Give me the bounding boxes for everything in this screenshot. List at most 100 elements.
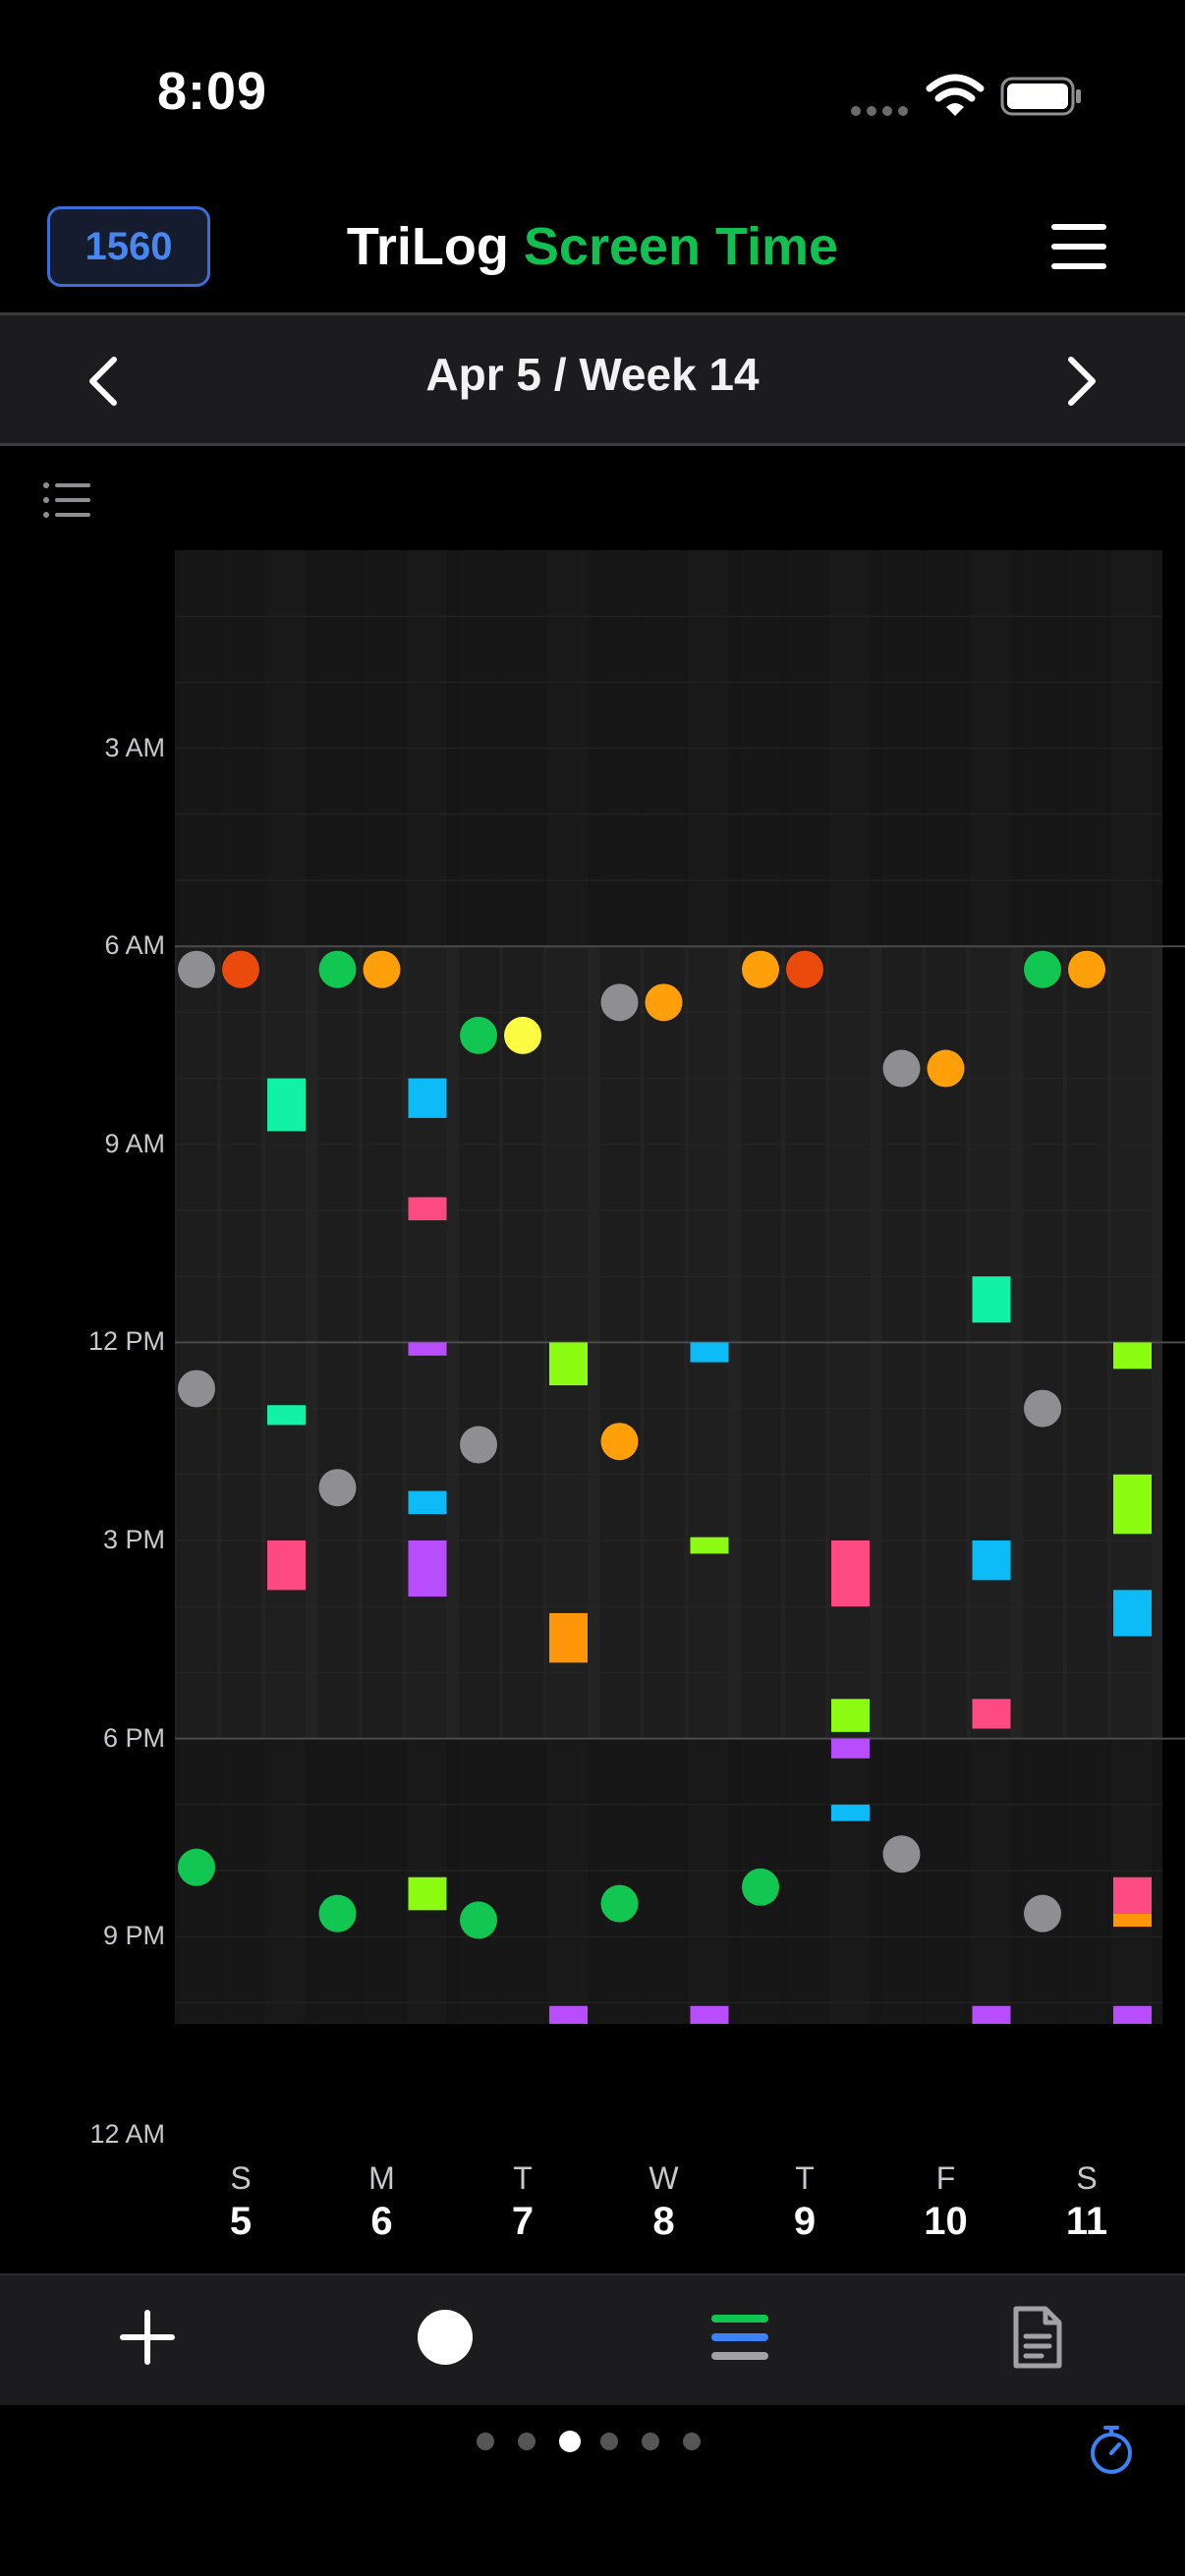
- activity-bar: [690, 1537, 729, 1554]
- day-lane: [221, 550, 261, 2024]
- signal-dot: [898, 106, 908, 116]
- signal-dot: [867, 106, 876, 116]
- timeline-icon[interactable]: [705, 2303, 774, 2372]
- y-axis-label: 6 PM: [102, 1722, 165, 1753]
- activity-bar: [1113, 1876, 1152, 1914]
- activity-bar: [690, 1342, 729, 1363]
- day-lane: [547, 550, 588, 2024]
- app-title-main: TriLog: [346, 217, 509, 276]
- app-title-accent: Screen Time: [523, 217, 839, 276]
- page-dot[interactable]: [518, 2433, 536, 2450]
- page-dot-active[interactable]: [559, 2431, 581, 2452]
- week-label: Apr 5 / Week 14: [425, 349, 760, 400]
- day-lane: [785, 550, 825, 2024]
- day-date[interactable]: 6: [333, 2200, 431, 2244]
- day-date[interactable]: 9: [756, 2200, 854, 2244]
- activity-dot: [600, 1423, 639, 1461]
- activity-bar: [549, 2005, 588, 2024]
- activity-bar: [549, 1612, 588, 1663]
- page-dot[interactable]: [642, 2433, 659, 2450]
- y-axis-label: 3 PM: [102, 1525, 165, 1554]
- activity-dot: [927, 1049, 965, 1088]
- activity-dot: [600, 983, 639, 1022]
- day-lane: [459, 550, 499, 2024]
- circle-icon[interactable]: [411, 2303, 480, 2372]
- activity-dot: [178, 1370, 215, 1408]
- day-letter: W: [649, 2159, 679, 2196]
- activity-dot: [1024, 1389, 1061, 1428]
- day-lane: [644, 550, 685, 2024]
- activity-bar: [1113, 2005, 1152, 2024]
- activity-bar: [972, 1540, 1011, 1581]
- page-dot[interactable]: [477, 2433, 494, 2450]
- hamburger-menu-icon[interactable]: [1051, 224, 1106, 269]
- signal-dot: [882, 106, 892, 116]
- plus-icon[interactable]: [113, 2303, 182, 2372]
- day-lane: [926, 550, 967, 2024]
- activity-bar: [408, 1197, 447, 1221]
- page-dot[interactable]: [600, 2433, 618, 2450]
- day-date[interactable]: 10: [897, 2200, 995, 2244]
- day-lane: [1111, 550, 1152, 2024]
- y-axis-label: 9 PM: [102, 1921, 165, 1951]
- day-date[interactable]: 7: [474, 2200, 572, 2244]
- chevron-right-icon[interactable]: [1057, 354, 1106, 409]
- day-date[interactable]: 5: [192, 2200, 290, 2244]
- document-icon[interactable]: [1002, 2303, 1071, 2372]
- day-letter: F: [935, 2159, 956, 2196]
- y-axis-label: 6 AM: [104, 930, 165, 961]
- y-axis-label: 12 AM: [89, 2118, 165, 2149]
- activity-dot: [363, 950, 401, 988]
- activity-bar: [408, 1078, 447, 1118]
- day-letter: T: [795, 2159, 815, 2196]
- day-lane: [599, 550, 641, 2024]
- activity-dot: [1068, 950, 1105, 988]
- day-letter: S: [1076, 2159, 1098, 2196]
- activity-dot: [786, 950, 823, 988]
- activity-dot: [742, 950, 779, 988]
- activity-dot: [318, 950, 357, 988]
- activity-dot: [882, 1835, 921, 1874]
- activity-dot: [178, 1848, 215, 1886]
- day-letter: M: [368, 2159, 395, 2196]
- day-date[interactable]: 8: [615, 2200, 713, 2244]
- battery-icon: [1000, 77, 1081, 116]
- activity-bar: [972, 2005, 1011, 2024]
- activity-bar: [1113, 1590, 1152, 1637]
- day-lane: [1067, 550, 1107, 2024]
- timeline-grid: [175, 550, 1185, 2024]
- activity-bar: [1113, 1913, 1152, 1928]
- y-axis-label: 3 AM: [104, 732, 165, 762]
- activity-bar: [408, 1342, 447, 1356]
- activity-dot: [504, 1016, 541, 1054]
- stopwatch-icon[interactable]: [1087, 2423, 1136, 2476]
- day-lane: [688, 550, 729, 2024]
- y-axis-label: 9 AM: [104, 1128, 165, 1158]
- activity-bar: [831, 1738, 870, 1759]
- activity-bar: [267, 1540, 306, 1591]
- day-lane: [1023, 550, 1063, 2024]
- y-axis-label: 12 PM: [87, 1326, 165, 1357]
- activity-dot: [1024, 1894, 1061, 1932]
- activity-dot: [882, 1049, 921, 1088]
- activity-dot: [600, 1884, 639, 1923]
- activity-dot: [318, 1469, 357, 1507]
- activity-bar: [408, 1876, 447, 1911]
- activity-bar: [972, 1276, 1011, 1323]
- day-letter: T: [513, 2159, 533, 2196]
- activity-bar: [408, 1540, 447, 1597]
- activity-bar: [690, 2005, 729, 2024]
- activity-bar: [267, 1405, 306, 1426]
- activity-dot: [460, 1901, 497, 1939]
- activity-dot: [742, 1868, 779, 1906]
- day-date[interactable]: 11: [1038, 2200, 1136, 2244]
- day-lane: [265, 550, 306, 2024]
- list-icon[interactable]: [43, 481, 92, 519]
- page-dot[interactable]: [683, 2433, 701, 2450]
- day-lane: [177, 550, 217, 2024]
- activity-dot: [460, 1016, 497, 1054]
- activity-bar: [831, 1804, 870, 1821]
- day-lane: [406, 550, 447, 2024]
- day-lane: [317, 550, 359, 2024]
- activity-bar: [831, 1540, 870, 1607]
